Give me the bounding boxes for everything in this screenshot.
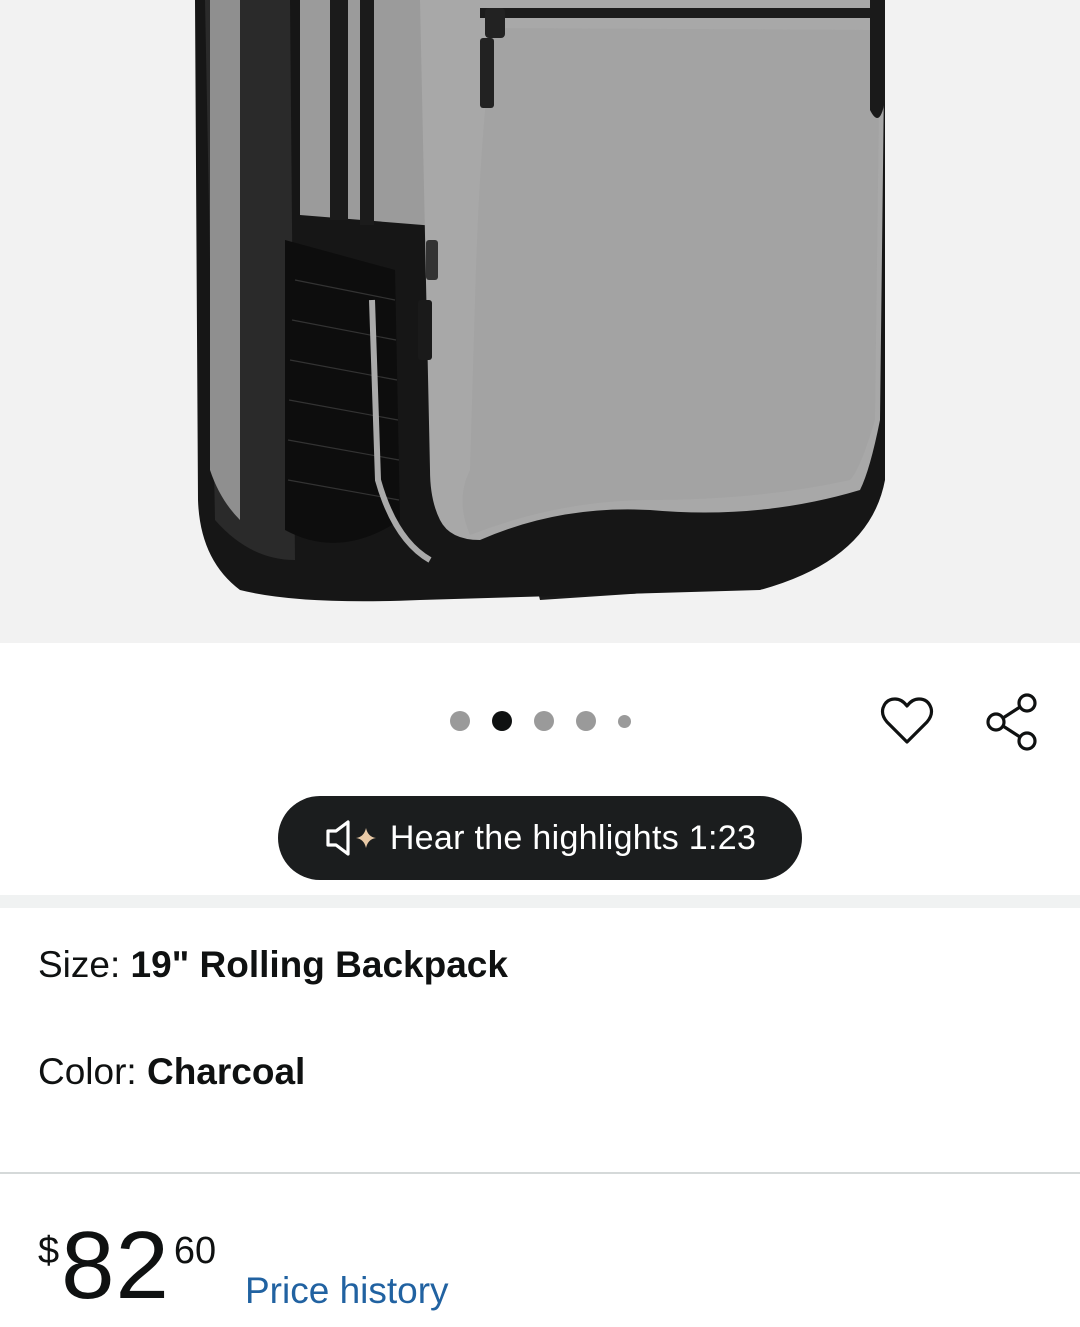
size-label: Size: (38, 944, 131, 985)
carousel-dot-active[interactable] (491, 711, 512, 731)
section-divider (0, 895, 1080, 908)
color-value: Charcoal (146, 1051, 306, 1092)
size-value: 19" Rolling Backpack (130, 944, 508, 985)
hear-highlights-button[interactable]: Hear the highlights 1:23 (278, 796, 802, 880)
hear-highlights-label: Hear the highlights 1:23 (389, 818, 757, 857)
carousel-dot[interactable] (575, 711, 596, 731)
color-variation[interactable]: Color: Charcoal (38, 1051, 305, 1093)
wishlist-button[interactable] (878, 692, 936, 750)
product-image[interactable] (0, 0, 1080, 643)
carousel-dot[interactable] (533, 711, 554, 731)
carousel-dot[interactable] (617, 714, 631, 728)
heart-outline-icon (880, 697, 934, 744)
backpack-illustration (195, 0, 885, 602)
share-icon (986, 693, 1037, 751)
size-variation[interactable]: Size: 19" Rolling Backpack (38, 944, 508, 986)
price-fraction: 60 (173, 1230, 217, 1272)
divider-line (0, 1172, 1080, 1174)
carousel-dot[interactable] (449, 711, 470, 731)
color-label: Color: (38, 1051, 147, 1092)
product-detail-page: Hear the highlights 1:23 Size: 19" Rolli… (0, 0, 1080, 1327)
price-display: $ 82 60 (38, 1218, 216, 1314)
price-history-link[interactable]: Price history (245, 1270, 449, 1312)
speaker-sparkle-icon (324, 818, 382, 858)
price-currency: $ (38, 1230, 60, 1272)
share-button[interactable] (982, 692, 1042, 752)
price-whole: 82 (61, 1212, 170, 1319)
